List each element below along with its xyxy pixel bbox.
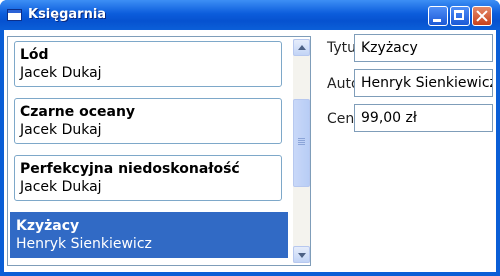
book-list-item[interactable]: Lód Jacek Dukaj bbox=[14, 41, 282, 87]
window-client-area: Lód Jacek Dukaj Czarne oceany Jacek Duka… bbox=[4, 30, 496, 272]
book-title: Kzyżacy bbox=[16, 218, 80, 234]
price-field[interactable]: 99,00 zł bbox=[354, 104, 493, 132]
arrow-up-icon bbox=[298, 45, 306, 50]
scroll-thumb[interactable] bbox=[293, 99, 310, 187]
book-list-item[interactable]: Czarne oceany Jacek Dukaj bbox=[14, 98, 282, 144]
title-field[interactable]: Kzyżacy bbox=[354, 34, 493, 62]
scroll-up-button[interactable] bbox=[293, 39, 310, 56]
title-bar[interactable]: Księgarnia bbox=[0, 0, 500, 30]
book-title: Lód bbox=[20, 47, 49, 63]
book-author: Jacek Dukaj bbox=[20, 122, 102, 138]
book-author: Jacek Dukaj bbox=[20, 65, 102, 81]
book-title: Perfekcyjna niedoskonałość bbox=[20, 161, 240, 177]
app-window: Księgarnia Lód Jacek Dukaj Czarne oceany… bbox=[0, 0, 500, 276]
book-author: Henryk Sienkiewicz bbox=[16, 236, 152, 252]
arrow-down-icon bbox=[298, 253, 306, 258]
book-title: Czarne oceany bbox=[20, 104, 136, 120]
list-scrollbar[interactable] bbox=[293, 39, 310, 263]
author-field[interactable]: Henryk Sienkiewicz bbox=[354, 69, 493, 97]
window-title: Księgarnia bbox=[28, 7, 107, 22]
book-list-item-selected[interactable]: Kzyżacy Henryk Sienkiewicz bbox=[10, 212, 288, 258]
maximize-button[interactable] bbox=[450, 6, 470, 26]
window-icon[interactable] bbox=[7, 9, 22, 21]
minimize-button[interactable] bbox=[428, 6, 448, 26]
close-button[interactable] bbox=[472, 6, 492, 26]
book-author: Jacek Dukaj bbox=[20, 179, 102, 195]
scroll-down-button[interactable] bbox=[293, 246, 310, 263]
books-listbox[interactable]: Lód Jacek Dukaj Czarne oceany Jacek Duka… bbox=[7, 36, 311, 266]
book-list-item[interactable]: Perfekcyjna niedoskonałość Jacek Dukaj bbox=[14, 155, 282, 201]
